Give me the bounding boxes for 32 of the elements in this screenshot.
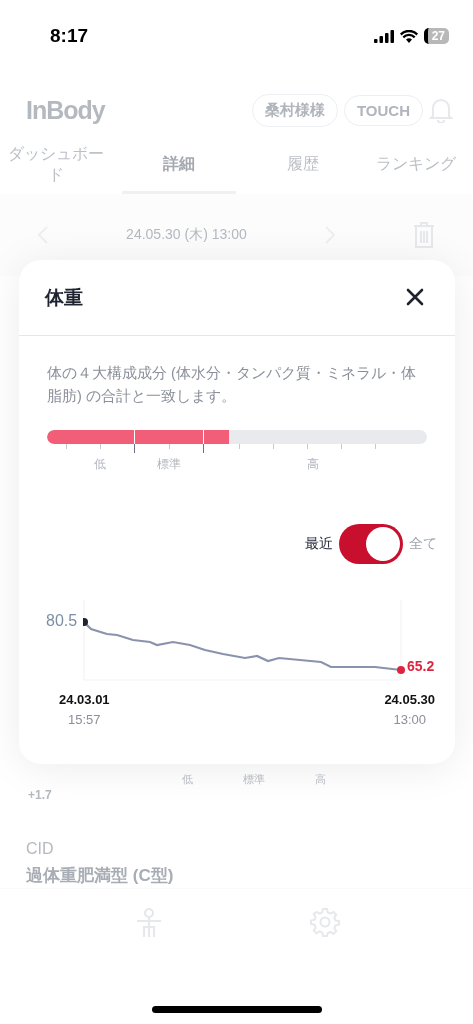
gauge-label: 標準 (156, 456, 181, 473)
gauge-label: 低 (94, 456, 107, 473)
description-text: 体の４大構成成分 (体水分・タンパク質・ミネラル・体脂肪) の合計と一致します。 (47, 364, 417, 406)
start-time: 15:57 (68, 712, 101, 727)
end-time: 13:00 (393, 712, 426, 727)
start-date: 24.03.01 (59, 692, 110, 707)
end-value: 65.2 (407, 658, 435, 674)
scale-label: 標準 (242, 772, 265, 787)
change-value: +1.7 (28, 788, 52, 802)
trash-icon[interactable] (412, 222, 435, 248)
toggle-switch[interactable] (339, 524, 403, 564)
settings-icon[interactable] (310, 907, 341, 937)
scale-label: 低 (181, 772, 193, 787)
signal-icon (373, 29, 394, 43)
modal-title: 体重 (45, 285, 83, 310)
tab[interactable]: ランキング (359, 138, 473, 194)
wifi-icon (399, 29, 418, 43)
toggle-label: 最近 (305, 535, 333, 553)
bell-icon[interactable] (429, 97, 453, 123)
cid-label: CID (26, 840, 55, 858)
scale-label: 高 (314, 772, 326, 787)
cid-value: 過体重肥満型 (C型) (26, 865, 175, 887)
status-time: 8:17 (50, 25, 89, 47)
tab[interactable]: 履歴 (245, 138, 360, 194)
end-date: 24.05.30 (384, 692, 435, 707)
toggle-label: 全て (409, 535, 437, 553)
battery-icon: 27 (423, 28, 449, 44)
gauge-label: 高 (307, 456, 319, 473)
date-label: 24.05.30 (木) 13:00 (126, 226, 247, 244)
start-value: 80.5 (46, 612, 78, 630)
app-logo: InBody (26, 95, 107, 125)
tab[interactable]: ダッシュボード (0, 138, 112, 194)
